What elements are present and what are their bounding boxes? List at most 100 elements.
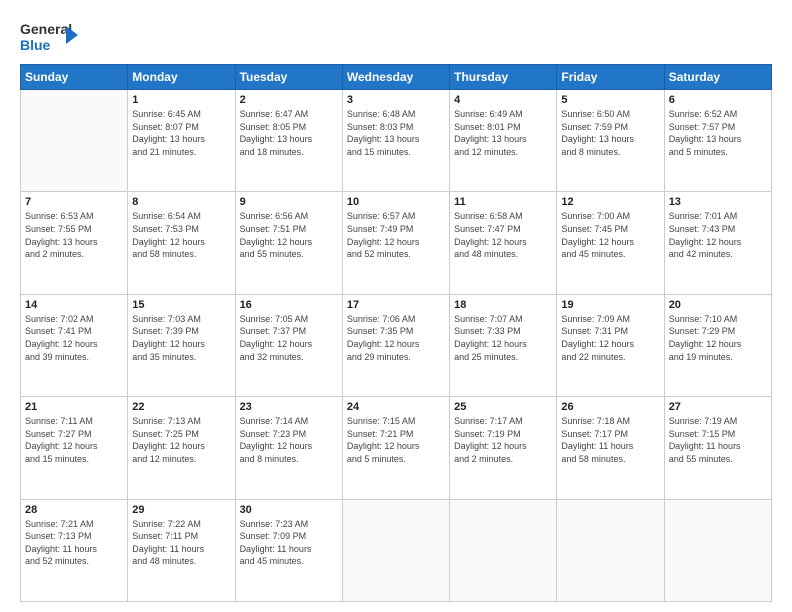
calendar-cell: 30Sunrise: 7:23 AM Sunset: 7:09 PM Dayli… xyxy=(235,499,342,601)
calendar-week-row: 28Sunrise: 7:21 AM Sunset: 7:13 PM Dayli… xyxy=(21,499,772,601)
calendar-cell: 22Sunrise: 7:13 AM Sunset: 7:25 PM Dayli… xyxy=(128,397,235,499)
day-number: 25 xyxy=(454,401,552,413)
day-info: Sunrise: 6:49 AM Sunset: 8:01 PM Dayligh… xyxy=(454,108,552,158)
day-number: 13 xyxy=(669,196,767,208)
calendar-cell: 8 Sunrise: 6:54 AM Sunset: 7:53 PM Daylig… xyxy=(128,192,235,294)
day-info: Sunrise: 6:53 AM Sunset: 7:55 PM Dayligh… xyxy=(25,210,123,260)
day-info: Sunrise: 7:11 AM Sunset: 7:27 PM Dayligh… xyxy=(25,415,123,465)
day-number: 6 xyxy=(669,94,767,106)
day-number: 22 xyxy=(132,401,230,413)
day-number: 23 xyxy=(240,401,338,413)
day-number: 3 xyxy=(347,94,445,106)
day-number: 10 xyxy=(347,196,445,208)
column-header-tuesday: Tuesday xyxy=(235,65,342,90)
calendar-cell: 27 Sunrise: 7:19 AM Sunset: 7:15 PM Dayli… xyxy=(664,397,771,499)
day-number: 20 xyxy=(669,299,767,311)
day-number: 26 xyxy=(561,401,659,413)
calendar-cell: 26 Sunrise: 7:18 AM Sunset: 7:17 PM Dayli… xyxy=(557,397,664,499)
day-info: Sunrise: 7:10 AM Sunset: 7:29 PM Dayligh… xyxy=(669,313,767,363)
calendar-cell xyxy=(450,499,557,601)
calendar-cell: 6 Sunrise: 6:52 AM Sunset: 7:57 PM Daylig… xyxy=(664,90,771,192)
calendar-cell: 23 Sunrise: 7:14 AM Sunset: 7:23 PM Dayli… xyxy=(235,397,342,499)
calendar-week-row: 14Sunrise: 7:02 AM Sunset: 7:41 PM Dayli… xyxy=(21,294,772,396)
logo-svg: GeneralBlue xyxy=(20,18,80,56)
calendar-week-row: 7Sunrise: 6:53 AM Sunset: 7:55 PM Daylig… xyxy=(21,192,772,294)
svg-text:Blue: Blue xyxy=(20,37,51,53)
calendar-cell: 2 Sunrise: 6:47 AM Sunset: 8:05 PM Daylig… xyxy=(235,90,342,192)
column-header-saturday: Saturday xyxy=(664,65,771,90)
day-number: 27 xyxy=(669,401,767,413)
calendar-cell: 5 Sunrise: 6:50 AM Sunset: 7:59 PM Daylig… xyxy=(557,90,664,192)
column-header-monday: Monday xyxy=(128,65,235,90)
day-info: Sunrise: 6:52 AM Sunset: 7:57 PM Dayligh… xyxy=(669,108,767,158)
day-info: Sunrise: 7:17 AM Sunset: 7:19 PM Dayligh… xyxy=(454,415,552,465)
calendar-header-row: SundayMondayTuesdayWednesdayThursdayFrid… xyxy=(21,65,772,90)
day-number: 5 xyxy=(561,94,659,106)
day-number: 16 xyxy=(240,299,338,311)
calendar-cell: 13 Sunrise: 7:01 AM Sunset: 7:43 PM Dayli… xyxy=(664,192,771,294)
svg-text:General: General xyxy=(20,21,72,37)
day-number: 19 xyxy=(561,299,659,311)
day-info: Sunrise: 7:19 AM Sunset: 7:15 PM Dayligh… xyxy=(669,415,767,465)
day-info: Sunrise: 7:07 AM Sunset: 7:33 PM Dayligh… xyxy=(454,313,552,363)
day-info: Sunrise: 6:47 AM Sunset: 8:05 PM Dayligh… xyxy=(240,108,338,158)
calendar-week-row: 1Sunrise: 6:45 AM Sunset: 8:07 PM Daylig… xyxy=(21,90,772,192)
day-number: 2 xyxy=(240,94,338,106)
calendar-cell: 29Sunrise: 7:22 AM Sunset: 7:11 PM Dayli… xyxy=(128,499,235,601)
day-info: Sunrise: 7:02 AM Sunset: 7:41 PM Dayligh… xyxy=(25,313,123,363)
calendar-cell: 25 Sunrise: 7:17 AM Sunset: 7:19 PM Dayli… xyxy=(450,397,557,499)
calendar-cell: 21Sunrise: 7:11 AM Sunset: 7:27 PM Dayli… xyxy=(21,397,128,499)
calendar-cell: 12 Sunrise: 7:00 AM Sunset: 7:45 PM Dayli… xyxy=(557,192,664,294)
day-info: Sunrise: 7:15 AM Sunset: 7:21 PM Dayligh… xyxy=(347,415,445,465)
column-header-sunday: Sunday xyxy=(21,65,128,90)
day-info: Sunrise: 7:05 AM Sunset: 7:37 PM Dayligh… xyxy=(240,313,338,363)
day-info: Sunrise: 7:22 AM Sunset: 7:11 PM Dayligh… xyxy=(132,518,230,568)
calendar-cell: 16 Sunrise: 7:05 AM Sunset: 7:37 PM Dayli… xyxy=(235,294,342,396)
calendar-cell: 20 Sunrise: 7:10 AM Sunset: 7:29 PM Dayli… xyxy=(664,294,771,396)
calendar-cell: 15 Sunrise: 7:03 AM Sunset: 7:39 PM Dayli… xyxy=(128,294,235,396)
calendar-cell: 17 Sunrise: 7:06 AM Sunset: 7:35 PM Dayli… xyxy=(342,294,449,396)
calendar-cell xyxy=(21,90,128,192)
day-number: 17 xyxy=(347,299,445,311)
day-info: Sunrise: 6:48 AM Sunset: 8:03 PM Dayligh… xyxy=(347,108,445,158)
day-info: Sunrise: 7:14 AM Sunset: 7:23 PM Dayligh… xyxy=(240,415,338,465)
calendar-cell: 11Sunrise: 6:58 AM Sunset: 7:47 PM Dayli… xyxy=(450,192,557,294)
calendar-cell: 4 Sunrise: 6:49 AM Sunset: 8:01 PM Daylig… xyxy=(450,90,557,192)
day-number: 30 xyxy=(240,504,338,516)
day-info: Sunrise: 6:58 AM Sunset: 7:47 PM Dayligh… xyxy=(454,210,552,260)
day-number: 4 xyxy=(454,94,552,106)
day-info: Sunrise: 7:06 AM Sunset: 7:35 PM Dayligh… xyxy=(347,313,445,363)
calendar-cell xyxy=(557,499,664,601)
day-info: Sunrise: 7:18 AM Sunset: 7:17 PM Dayligh… xyxy=(561,415,659,465)
calendar-cell xyxy=(664,499,771,601)
calendar-table: SundayMondayTuesdayWednesdayThursdayFrid… xyxy=(20,64,772,602)
day-number: 24 xyxy=(347,401,445,413)
day-info: Sunrise: 6:45 AM Sunset: 8:07 PM Dayligh… xyxy=(132,108,230,158)
day-info: Sunrise: 6:54 AM Sunset: 7:53 PM Dayligh… xyxy=(132,210,230,260)
calendar-cell: 28Sunrise: 7:21 AM Sunset: 7:13 PM Dayli… xyxy=(21,499,128,601)
calendar-cell: 19 Sunrise: 7:09 AM Sunset: 7:31 PM Dayli… xyxy=(557,294,664,396)
day-info: Sunrise: 7:01 AM Sunset: 7:43 PM Dayligh… xyxy=(669,210,767,260)
day-info: Sunrise: 7:21 AM Sunset: 7:13 PM Dayligh… xyxy=(25,518,123,568)
day-number: 12 xyxy=(561,196,659,208)
calendar-cell: 10 Sunrise: 6:57 AM Sunset: 7:49 PM Dayli… xyxy=(342,192,449,294)
logo: GeneralBlue xyxy=(20,18,80,56)
column-header-wednesday: Wednesday xyxy=(342,65,449,90)
day-number: 15 xyxy=(132,299,230,311)
calendar-cell: 1Sunrise: 6:45 AM Sunset: 8:07 PM Daylig… xyxy=(128,90,235,192)
day-info: Sunrise: 7:03 AM Sunset: 7:39 PM Dayligh… xyxy=(132,313,230,363)
column-header-friday: Friday xyxy=(557,65,664,90)
day-number: 8 xyxy=(132,196,230,208)
calendar-cell: 18 Sunrise: 7:07 AM Sunset: 7:33 PM Dayli… xyxy=(450,294,557,396)
day-info: Sunrise: 6:57 AM Sunset: 7:49 PM Dayligh… xyxy=(347,210,445,260)
day-info: Sunrise: 6:50 AM Sunset: 7:59 PM Dayligh… xyxy=(561,108,659,158)
day-number: 9 xyxy=(240,196,338,208)
column-header-thursday: Thursday xyxy=(450,65,557,90)
calendar-cell: 14Sunrise: 7:02 AM Sunset: 7:41 PM Dayli… xyxy=(21,294,128,396)
day-info: Sunrise: 7:00 AM Sunset: 7:45 PM Dayligh… xyxy=(561,210,659,260)
calendar-cell: 3 Sunrise: 6:48 AM Sunset: 8:03 PM Daylig… xyxy=(342,90,449,192)
calendar-cell: 9Sunrise: 6:56 AM Sunset: 7:51 PM Daylig… xyxy=(235,192,342,294)
day-number: 18 xyxy=(454,299,552,311)
page-header: GeneralBlue xyxy=(20,18,772,56)
day-info: Sunrise: 7:09 AM Sunset: 7:31 PM Dayligh… xyxy=(561,313,659,363)
